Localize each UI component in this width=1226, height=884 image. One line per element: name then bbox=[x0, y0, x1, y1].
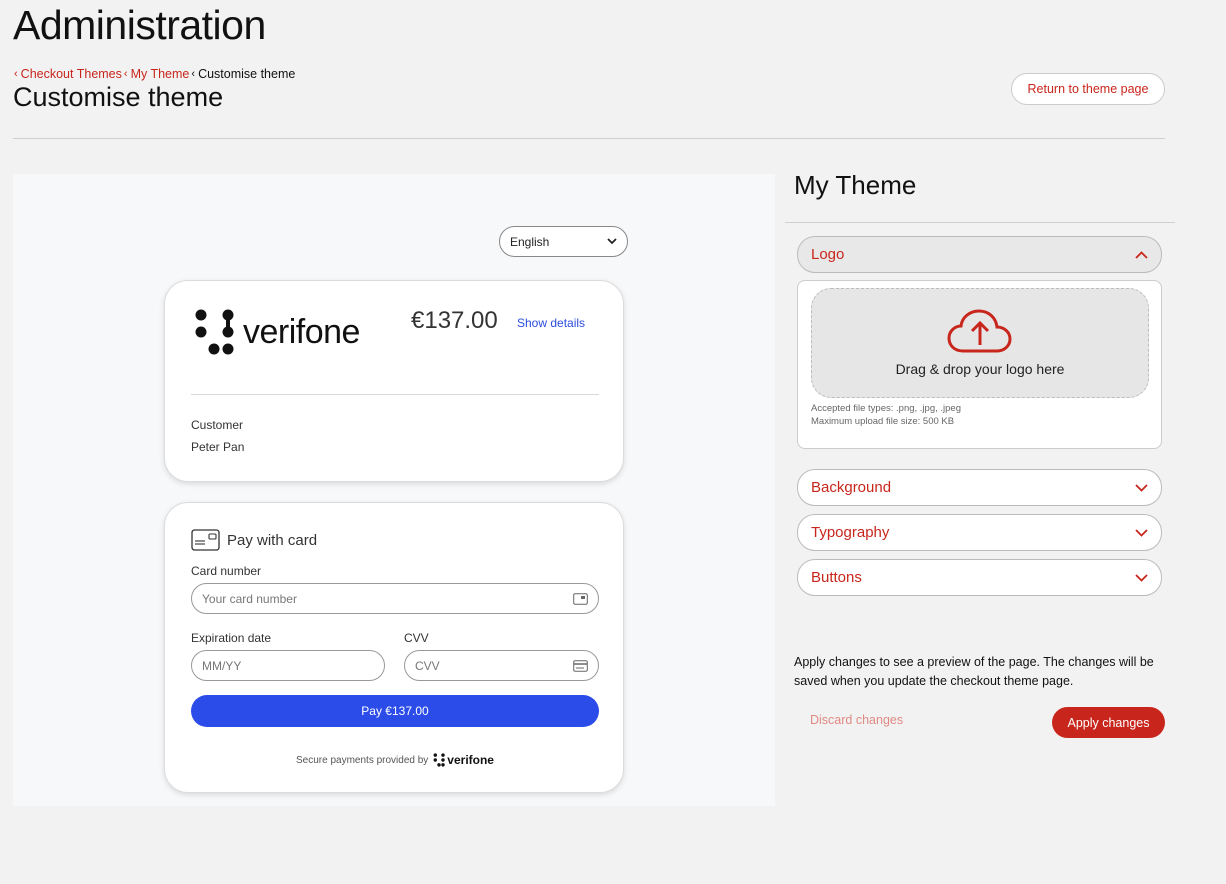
pay-with-card-heading: Pay with card bbox=[191, 529, 317, 551]
accepted-file-types: Accepted file types: .png, .jpg, .jpeg bbox=[811, 403, 961, 414]
card-icon bbox=[573, 592, 588, 605]
credit-card-icon bbox=[191, 529, 220, 551]
apply-note: Apply changes to see a preview of the pa… bbox=[794, 655, 1154, 688]
chevron-left-icon: ‹ bbox=[123, 68, 128, 80]
theme-name-title: My Theme bbox=[794, 170, 917, 200]
breadcrumb-label: Customise theme bbox=[198, 67, 296, 81]
accordion-label: Buttons bbox=[811, 569, 862, 586]
brand-name: verifone bbox=[243, 312, 360, 351]
payment-card: Pay with card Card number Your card numb… bbox=[164, 502, 624, 793]
language-select-value: English bbox=[510, 234, 550, 249]
chevron-down-icon bbox=[1135, 483, 1148, 492]
discard-changes-button[interactable]: Discard changes bbox=[810, 713, 903, 727]
cvv-label: CVV bbox=[404, 631, 429, 645]
accordion-typography[interactable]: Typography bbox=[797, 514, 1162, 551]
app-title: Administration bbox=[13, 2, 266, 48]
secure-brand-logo: verifone bbox=[433, 753, 494, 767]
secure-payments-footer: Secure payments provided by verifone bbox=[165, 753, 625, 767]
return-to-theme-button[interactable]: Return to theme page bbox=[1011, 73, 1165, 105]
card-number-label: Card number bbox=[191, 564, 262, 578]
cvv-placeholder: CVV bbox=[415, 658, 440, 673]
verifone-dots-icon bbox=[433, 753, 446, 767]
chevron-down-icon bbox=[1135, 528, 1148, 537]
accordion-label: Logo bbox=[811, 246, 845, 263]
breadcrumb-checkout-themes[interactable]: ‹ Checkout Themes bbox=[14, 67, 122, 81]
apply-changes-button[interactable]: Apply changes bbox=[1052, 707, 1165, 738]
customer-label: Customer bbox=[191, 418, 244, 432]
chevron-down-icon bbox=[1135, 573, 1148, 582]
chevron-up-icon bbox=[1135, 250, 1148, 259]
chevron-left-icon: ‹ bbox=[191, 68, 196, 80]
breadcrumb-my-theme[interactable]: ‹ My Theme bbox=[124, 67, 190, 81]
card-number-input[interactable]: Your card number bbox=[191, 583, 599, 614]
breadcrumb: ‹ Checkout Themes ‹ My Theme ‹ Customise… bbox=[14, 67, 295, 81]
accordion-buttons[interactable]: Buttons bbox=[797, 559, 1162, 596]
accordion-logo[interactable]: Logo bbox=[797, 236, 1162, 273]
accordion-background[interactable]: Background bbox=[797, 469, 1162, 506]
card-back-icon bbox=[573, 659, 588, 672]
max-upload-size: Maximum upload file size: 500 KB bbox=[811, 416, 955, 427]
order-summary-card: verifone €137.00 Show details Customer P… bbox=[164, 280, 624, 482]
secure-text: Secure payments provided by bbox=[296, 754, 429, 766]
checkout-preview: English verifone €137.00 Show details Cu… bbox=[13, 174, 775, 806]
dropzone-text: Drag & drop your logo here bbox=[895, 361, 1065, 377]
customer-name: Peter Pan bbox=[191, 440, 245, 454]
pay-title: Pay with card bbox=[227, 531, 318, 549]
card-number-placeholder: Your card number bbox=[202, 591, 297, 606]
breadcrumb-label: My Theme bbox=[130, 67, 190, 81]
accordion-label: Background bbox=[811, 479, 892, 496]
pay-button[interactable]: Pay €137.00 bbox=[191, 695, 599, 727]
chevron-left-icon: ‹ bbox=[14, 68, 18, 80]
secure-brand-name: verifone bbox=[447, 753, 494, 767]
show-details-link[interactable]: Show details bbox=[517, 316, 585, 330]
expiry-placeholder: MM/YY bbox=[202, 658, 242, 673]
breadcrumb-label: Checkout Themes bbox=[20, 67, 122, 81]
brand-logo: verifone bbox=[193, 309, 360, 355]
expiry-label: Expiration date bbox=[191, 631, 272, 645]
panel-divider bbox=[785, 222, 1175, 223]
chevron-down-icon bbox=[607, 238, 617, 245]
logo-upload-panel: Drag & drop your logo here Accepted file… bbox=[797, 280, 1162, 449]
logo-dropzone[interactable]: Drag & drop your logo here bbox=[811, 288, 1149, 398]
breadcrumb-current: ‹ Customise theme bbox=[191, 67, 295, 81]
header-divider bbox=[13, 138, 1165, 139]
expiry-input[interactable]: MM/YY bbox=[191, 650, 385, 681]
page-title: Customise theme bbox=[13, 82, 224, 112]
verifone-dots-icon bbox=[195, 309, 234, 355]
order-amount: €137.00 bbox=[411, 307, 498, 334]
accordion-label: Typography bbox=[811, 524, 890, 541]
cloud-upload-icon bbox=[947, 309, 1012, 353]
summary-divider bbox=[191, 394, 599, 395]
language-select[interactable]: English bbox=[499, 226, 628, 257]
cvv-input[interactable]: CVV bbox=[404, 650, 599, 681]
